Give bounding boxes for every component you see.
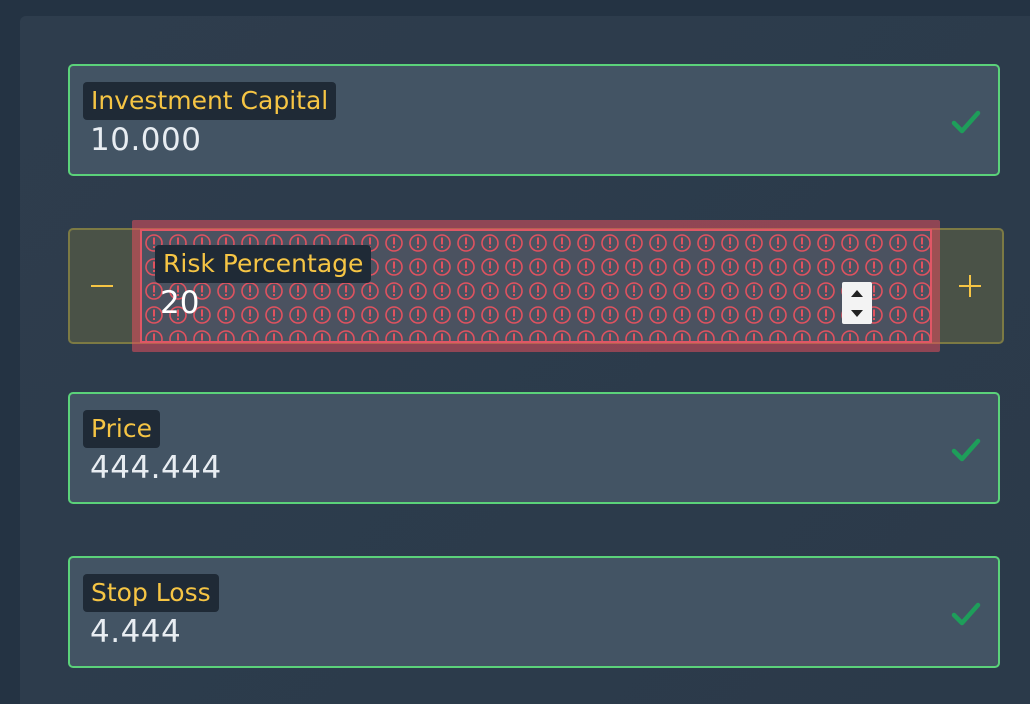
check-icon <box>951 602 981 626</box>
price-field[interactable]: Price 444.444 <box>68 392 1000 504</box>
investment-capital-label: Investment Capital <box>83 82 337 120</box>
risk-percentage-value[interactable]: 20 <box>160 283 199 323</box>
caret-up-icon <box>851 289 863 297</box>
stop-loss-field[interactable]: Stop Loss 4.444 <box>68 556 1000 668</box>
check-icon <box>951 438 981 462</box>
caret-down-icon <box>851 309 863 317</box>
plus-icon <box>959 275 981 297</box>
risk-percentage-label: Risk Percentage <box>155 245 372 283</box>
risk-percentage-field[interactable]: Risk Percentage 20 <box>140 229 932 343</box>
minus-icon <box>91 285 113 287</box>
stop-loss-value[interactable]: 4.444 <box>90 612 181 652</box>
spin-up-button[interactable] <box>842 282 872 303</box>
investment-capital-field[interactable]: Investment Capital 10.000 <box>68 64 1000 176</box>
decrement-button[interactable] <box>70 230 134 342</box>
price-value[interactable]: 444.444 <box>90 448 222 488</box>
stop-loss-label: Stop Loss <box>83 574 219 612</box>
check-icon <box>951 110 981 134</box>
number-spinner[interactable] <box>842 282 872 324</box>
investment-capital-value[interactable]: 10.000 <box>90 120 201 160</box>
increment-button[interactable] <box>938 230 1002 342</box>
spin-down-button[interactable] <box>842 303 872 324</box>
price-label: Price <box>83 410 160 448</box>
